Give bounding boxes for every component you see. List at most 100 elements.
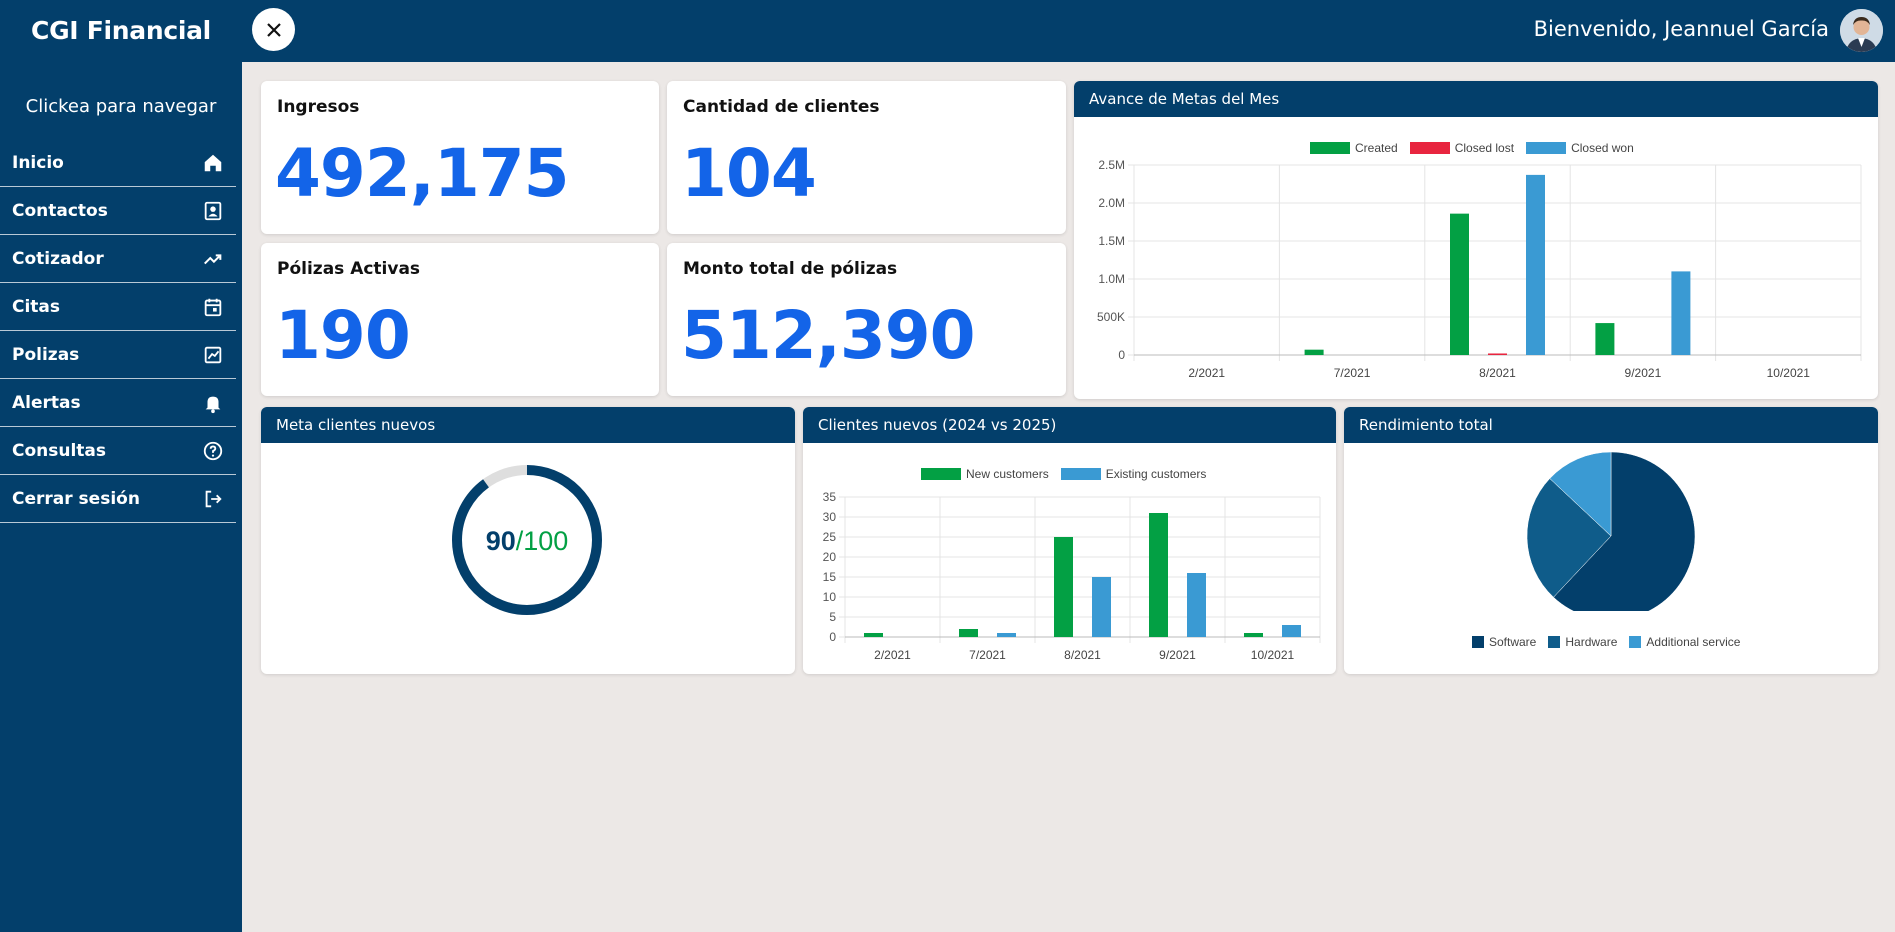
brand-logo: CGI Financial	[31, 15, 211, 45]
x-tick-label: 9/2021	[1159, 648, 1196, 662]
x-tick-label: 2/2021	[874, 648, 911, 662]
sidebar-item-label: Cotizador	[12, 248, 104, 269]
sidebar-item-label: Polizas	[12, 344, 80, 365]
stat-label: Ingresos	[277, 97, 360, 117]
chart-clientes-nuevos: 35 30 25 20 15 10 5 0 2/2021 7/2021 8/2021 9/2021 10…	[823, 490, 1321, 662]
bar	[1244, 633, 1263, 637]
y-tick-label: 2.5M	[1098, 158, 1125, 172]
sidebar: CGI Financial Clickea para navegar Inici…	[0, 0, 242, 932]
sidebar-item-label: Contactos	[12, 200, 108, 221]
y-tick-label: 1.0M	[1098, 272, 1125, 286]
sidebar-item-consultas[interactable]: Consultas	[0, 427, 236, 475]
stat-value: 190	[275, 297, 411, 374]
home-icon	[204, 154, 222, 171]
x-tick-label: 8/2021	[1064, 648, 1101, 662]
y-tick-label: 10	[823, 590, 837, 604]
trending-up-icon	[204, 253, 222, 264]
chart-card-clientes-nuevos: Clientes nuevos (2024 vs 2025) New custo…	[803, 407, 1336, 674]
stat-card-clientes: Cantidad de clientes 104	[667, 81, 1066, 234]
sidebar-nav: Inicio Contactos Cotizador Citas Polizas…	[0, 139, 242, 523]
bar	[1054, 537, 1073, 637]
sidebar-item-contactos[interactable]: Contactos	[0, 187, 236, 235]
donut-value: 90	[486, 526, 516, 556]
nav-hint: Clickea para navegar	[25, 96, 217, 117]
bar	[1282, 625, 1301, 637]
contacts-icon	[204, 201, 222, 220]
top-bar: Bienvenido, Jeannuel García	[242, 0, 1895, 62]
sidebar-item-polizas[interactable]: Polizas	[0, 331, 236, 379]
x-tick-label: 2/2021	[1188, 366, 1225, 380]
welcome-text: Bienvenido, Jeannuel García	[1533, 17, 1829, 41]
calendar-icon	[204, 298, 222, 316]
chart-title: Clientes nuevos (2024 vs 2025)	[803, 407, 1336, 443]
sidebar-item-label: Inicio	[12, 152, 64, 173]
y-tick-label: 25	[823, 530, 837, 544]
bar	[864, 633, 883, 637]
chart-card-rendimiento: Rendimiento total Software Hardware Addi…	[1344, 407, 1878, 674]
bar	[1671, 271, 1691, 355]
stat-label: Pólizas Activas	[277, 259, 421, 279]
x-tick-label: 7/2021	[969, 648, 1006, 662]
bar	[1304, 349, 1324, 355]
bar	[1149, 513, 1168, 637]
chart-legend: Software Hardware Additional service	[1472, 635, 1740, 649]
y-tick-label: 30	[823, 510, 837, 524]
y-tick-label: 1.5M	[1098, 234, 1125, 248]
legend-label: Additional service	[1646, 635, 1741, 649]
bar	[997, 633, 1016, 637]
x-tick-label: 10/2021	[1251, 648, 1295, 662]
chart-title: Rendimiento total	[1344, 407, 1878, 443]
legend-item[interactable]: Software	[1472, 635, 1536, 649]
sidebar-item-label: Cerrar sesión	[12, 488, 140, 509]
y-tick-label: 5	[829, 610, 836, 624]
chart-title: Meta clientes nuevos	[261, 407, 795, 443]
stat-label: Cantidad de clientes	[683, 97, 880, 117]
stat-value: 104	[681, 135, 817, 212]
bar	[959, 629, 978, 637]
close-menu-button[interactable]	[252, 8, 295, 51]
chart-card-avance-metas: Avance de Metas del Mes Created Closed l…	[1074, 81, 1878, 399]
x-tick-label: 10/2021	[1767, 366, 1811, 380]
y-tick-label: 20	[823, 550, 837, 564]
y-tick-label: 15	[823, 570, 837, 584]
legend-item[interactable]: Additional service	[1629, 635, 1740, 649]
chart-rendimiento	[1526, 451, 1696, 611]
bar	[1488, 353, 1507, 355]
bar	[1187, 573, 1206, 637]
chart-title: Avance de Metas del Mes	[1074, 81, 1878, 117]
close-icon	[266, 22, 281, 37]
bar	[1450, 213, 1469, 355]
sidebar-item-cotizador[interactable]: Cotizador	[0, 235, 236, 283]
y-tick-label: 500K	[1097, 310, 1125, 324]
legend-label: Software	[1489, 635, 1537, 649]
x-tick-label: 9/2021	[1625, 366, 1662, 380]
logout-icon	[205, 490, 222, 507]
sidebar-item-inicio[interactable]: Inicio	[0, 139, 236, 187]
sidebar-item-citas[interactable]: Citas	[0, 283, 236, 331]
stat-card-monto: Monto total de pólizas 512,390	[667, 243, 1066, 396]
y-tick-label: 2.0M	[1098, 196, 1125, 210]
avatar[interactable]	[1840, 9, 1883, 52]
sidebar-item-label: Citas	[12, 296, 61, 317]
stat-card-polizas: Pólizas Activas 190	[261, 243, 659, 396]
stat-label: Monto total de pólizas	[683, 259, 898, 279]
donut-total: /100	[516, 526, 569, 556]
sidebar-item-alertas[interactable]: Alertas	[0, 379, 236, 427]
stat-value: 512,390	[681, 297, 976, 374]
bar	[1595, 323, 1615, 355]
bar	[1092, 577, 1111, 637]
sidebar-item-cerrar-sesion[interactable]: Cerrar sesión	[0, 475, 236, 523]
legend-item[interactable]: Hardware	[1548, 635, 1617, 649]
y-tick-label: 0	[1118, 348, 1125, 362]
chart-meta-clientes: 90/100	[452, 465, 602, 615]
chart-icon	[204, 346, 222, 363]
help-icon	[203, 441, 223, 460]
x-tick-label: 7/2021	[1334, 366, 1371, 380]
donut-label: 90/100	[486, 526, 569, 556]
chart-avance-metas: 2.5M 2.0M 1.5M 1.0M 500K 0 2/2021 7/2021 8/2021 9…	[1097, 158, 1862, 380]
y-tick-label: 0	[829, 630, 836, 644]
sidebar-item-label: Alertas	[12, 392, 81, 413]
stat-card-ingresos: Ingresos 492,175	[261, 81, 659, 234]
y-tick-label: 35	[823, 490, 837, 504]
legend-label: Hardware	[1565, 635, 1618, 649]
